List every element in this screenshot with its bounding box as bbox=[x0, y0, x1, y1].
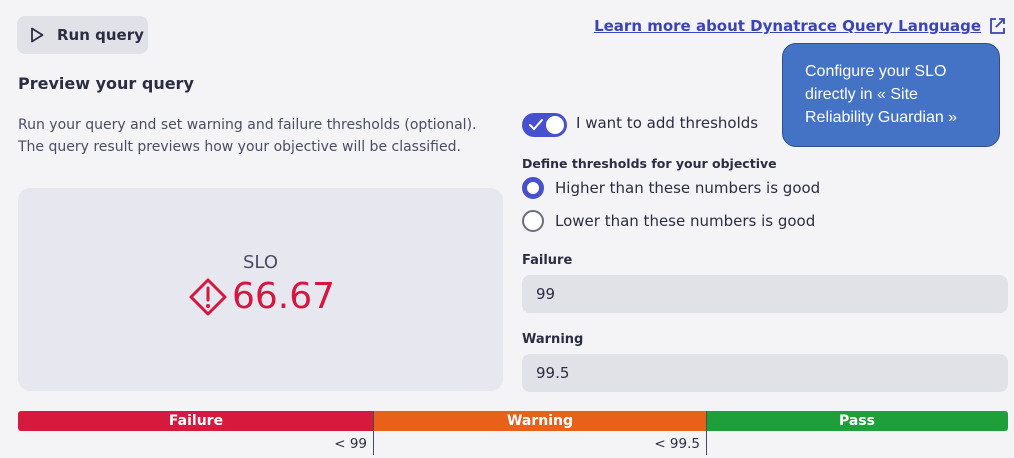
warning-tick: < 99.5 bbox=[654, 436, 700, 452]
run-query-button[interactable]: Run query bbox=[17, 16, 148, 54]
preview-description: Run your query and set warning and failu… bbox=[18, 114, 508, 158]
warning-divider bbox=[706, 411, 707, 455]
failure-label: Failure bbox=[522, 253, 573, 268]
run-query-label: Run query bbox=[57, 26, 144, 44]
callout-line-1: Configure your SLO bbox=[805, 63, 947, 80]
external-link-icon bbox=[990, 18, 1005, 34]
preview-title: Preview your query bbox=[18, 74, 194, 93]
description-line-1: Run your query and set warning and failu… bbox=[18, 117, 477, 133]
slo-label: SLO bbox=[243, 252, 278, 273]
radio-higher-label: Higher than these numbers is good bbox=[555, 179, 821, 197]
define-thresholds-label: Define thresholds for your objective bbox=[522, 156, 777, 171]
radio-lower-is-good[interactable]: Lower than these numbers is good bbox=[522, 210, 815, 232]
warning-segment: Warning bbox=[374, 411, 706, 431]
callout-box: Configure your SLO directly in « Site Re… bbox=[782, 43, 1000, 147]
warning-input[interactable] bbox=[522, 354, 1008, 392]
failure-segment: Failure bbox=[18, 411, 374, 431]
play-icon bbox=[31, 27, 44, 43]
slo-preview-card: SLO 66.67 bbox=[18, 188, 503, 391]
failure-tick: < 99 bbox=[334, 436, 367, 452]
slo-value: 66.67 bbox=[231, 276, 336, 317]
learn-more-label: Learn more about Dynatrace Query Languag… bbox=[594, 17, 981, 35]
check-icon bbox=[529, 119, 543, 131]
warning-label: Warning bbox=[522, 332, 584, 347]
radio-lower-button[interactable] bbox=[522, 210, 544, 232]
failure-divider bbox=[373, 411, 374, 455]
radio-higher-is-good[interactable]: Higher than these numbers is good bbox=[522, 177, 820, 199]
callout-line-2: directly in « Site bbox=[805, 86, 918, 103]
radio-lower-label: Lower than these numbers is good bbox=[555, 212, 816, 230]
pass-segment: Pass bbox=[706, 411, 1008, 431]
warning-diamond-icon bbox=[189, 278, 227, 315]
thresholds-toggle[interactable] bbox=[522, 113, 567, 137]
radio-higher-button[interactable] bbox=[522, 177, 544, 199]
description-line-2: The query result previews how your objec… bbox=[18, 139, 461, 155]
failure-input[interactable] bbox=[522, 275, 1008, 313]
toggle-knob bbox=[546, 116, 564, 134]
slo-value-row: 66.67 bbox=[18, 276, 503, 317]
learn-more-link[interactable]: Learn more about Dynatrace Query Languag… bbox=[594, 17, 1006, 35]
callout-line-3: Reliability Guardian » bbox=[805, 109, 958, 126]
thresholds-toggle-label: I want to add thresholds bbox=[576, 114, 759, 132]
